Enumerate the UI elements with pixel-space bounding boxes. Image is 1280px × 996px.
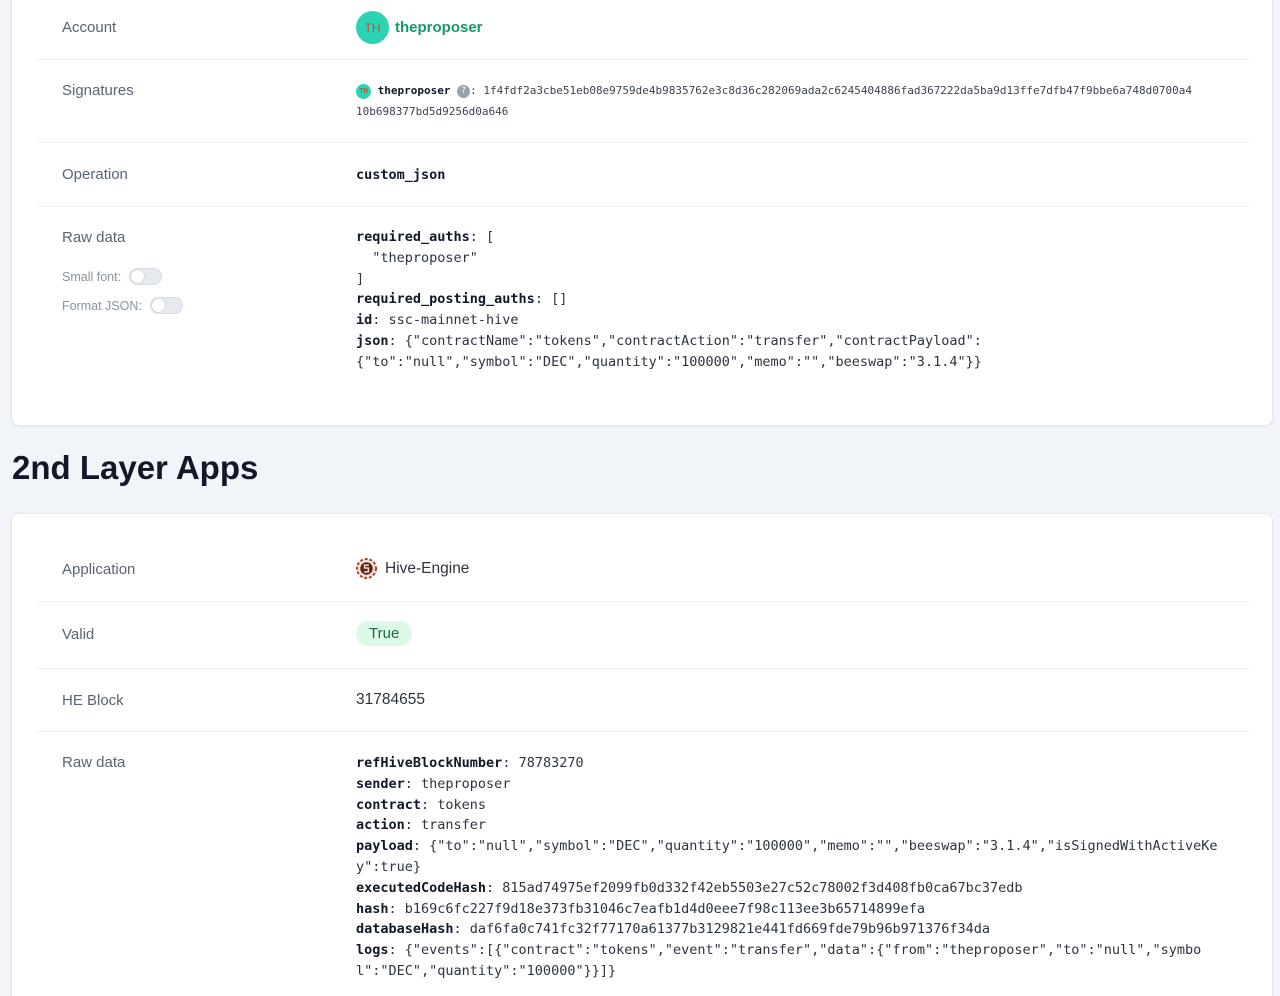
sender-value: : theproposer [404, 775, 511, 792]
signature-hash-line2: 10b698377bd5d9256d0a646 [356, 105, 509, 118]
logs-value-line1: : {"events":[{"contract":"tokens","event… [388, 942, 1202, 959]
he-block-value[interactable]: 31784655 [356, 691, 425, 709]
account-value[interactable]: TH theproposer [356, 11, 483, 44]
hash-value: : b169c6fc227f9d18e373fb31046c7eafb1d4d0… [388, 900, 925, 917]
executedcodehash-key: executedCodeHash [356, 879, 487, 896]
required-auths-open: : [ [469, 229, 495, 245]
required-auths-item: "theproposer" [356, 249, 478, 266]
signature-avatar: TH [356, 83, 371, 99]
refhiveblocknumber-value: : 78783270 [502, 755, 584, 771]
transaction-card: Account TH theproposer Signatures TH thep… [11, 0, 1273, 426]
contract-value: : tokens [421, 796, 487, 813]
application-value[interactable]: Hive-Engine [356, 558, 469, 579]
layer2-raw-data-content: refHiveBlockNumber: 78783270 sender: the… [356, 753, 1236, 982]
json-value-line2: {"to":"null","symbol":"DEC","quantity":"… [356, 353, 982, 370]
json-value-line1: : {"contractName":"tokens","contractActi… [388, 332, 982, 349]
he-block-row: HE Block 31784655 [37, 669, 1249, 732]
signature-account-link[interactable]: theproposer [378, 84, 451, 97]
raw-data-row: Raw data Small font: Format JSON: requir… [37, 207, 1249, 427]
required-posting-auths-value: : [] [534, 291, 568, 308]
section-title: 2nd Layer Apps [12, 449, 259, 486]
databasehash-value: : daf6fa0c741fc32f77170a61377b3129821e44… [453, 921, 990, 938]
action-key: action [356, 817, 405, 834]
databasehash-key: databaseHash [356, 921, 454, 938]
format-json-setting: Format JSON: [62, 297, 183, 314]
layer2-card: Application Hive-Engine Valid True HE Bl… [11, 513, 1273, 996]
account-row: Account TH theproposer [37, 0, 1249, 60]
payload-value-line1: : {"to":"null","symbol":"DEC","quantity"… [412, 838, 1218, 855]
payload-key: payload [356, 838, 413, 855]
required-auths-key: required_auths [356, 229, 470, 245]
format-json-label: Format JSON: [62, 298, 142, 313]
valid-value: True [356, 621, 413, 646]
id-value: : ssc-mainnet-hive [372, 312, 519, 329]
action-value: : transfer [404, 817, 487, 834]
valid-row: Valid True [37, 602, 1249, 669]
account-link[interactable]: theproposer [395, 19, 483, 36]
valid-badge: True [356, 621, 413, 646]
refhiveblocknumber-key: refHiveBlockNumber [356, 755, 503, 771]
signatures-row: Signatures TH theproposer ?: 1f4fdf2a3cb… [37, 60, 1249, 143]
operation-row: Operation custom_json [37, 143, 1249, 207]
format-json-toggle[interactable] [149, 297, 183, 314]
executedcodehash-value: : 815ad74975ef2099fb0d332f42eb5503e27c52… [486, 879, 1023, 896]
account-avatar: TH [356, 11, 389, 44]
contract-key: contract [356, 796, 422, 813]
account-label: Account [62, 19, 117, 36]
valid-label: Valid [62, 626, 95, 643]
application-name[interactable]: Hive-Engine [385, 560, 469, 578]
question-circle-icon[interactable]: ? [457, 84, 471, 98]
hive-engine-logo-icon [356, 558, 377, 579]
required-auths-close: ] [356, 270, 365, 287]
application-label: Application [62, 561, 136, 578]
hash-key: hash [356, 900, 389, 917]
small-font-toggle[interactable] [129, 268, 163, 285]
payload-value-line2: y":true} [356, 858, 422, 875]
application-row: Application Hive-Engine [37, 537, 1249, 602]
logs-value-line2: l":"DEC","quantity":"100000"}}]} [356, 962, 617, 979]
signatures-value: TH theproposer ?: 1f4fdf2a3cbe51eb08e975… [356, 80, 1236, 122]
layer2-raw-data-label: Raw data [62, 754, 126, 771]
operation-label: Operation [62, 166, 128, 183]
operation-value: custom_json [356, 165, 445, 186]
raw-data-content: required_auths: [ "theproposer" ] requir… [356, 227, 1236, 373]
logs-key: logs [356, 942, 389, 959]
signatures-label: Signatures [62, 82, 134, 99]
raw-data-label: Raw data [62, 229, 126, 246]
layer2-raw-data-row: Raw data refHiveBlockNumber: 78783270 se… [37, 732, 1249, 992]
json-key: json [356, 332, 389, 349]
small-font-setting: Small font: [62, 268, 163, 285]
id-key: id [356, 312, 373, 329]
operation-name: custom_json [356, 167, 446, 183]
small-font-label: Small font: [62, 269, 122, 284]
signature-hash-line1: : 1f4fdf2a3cbe51eb08e9759de4b9835762e3c8… [470, 84, 1192, 97]
he-block-label: HE Block [62, 692, 124, 709]
required-posting-auths-key: required_posting_auths [356, 291, 535, 308]
sender-key: sender [356, 775, 405, 792]
